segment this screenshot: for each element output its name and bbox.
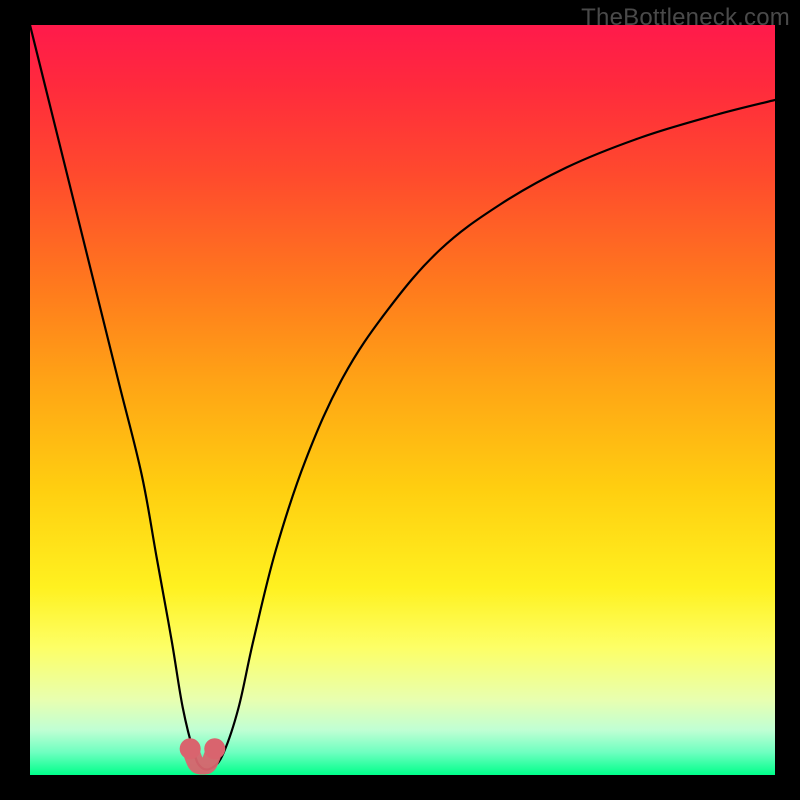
plot-area [30,25,775,775]
highlight-endpoint-dot [204,738,225,759]
optimal-range-dots [180,738,226,759]
bottleneck-curve [30,25,775,770]
chart-container: TheBottleneck.com [0,0,800,800]
highlight-endpoint-dot [180,738,201,759]
curve-svg [30,25,775,775]
